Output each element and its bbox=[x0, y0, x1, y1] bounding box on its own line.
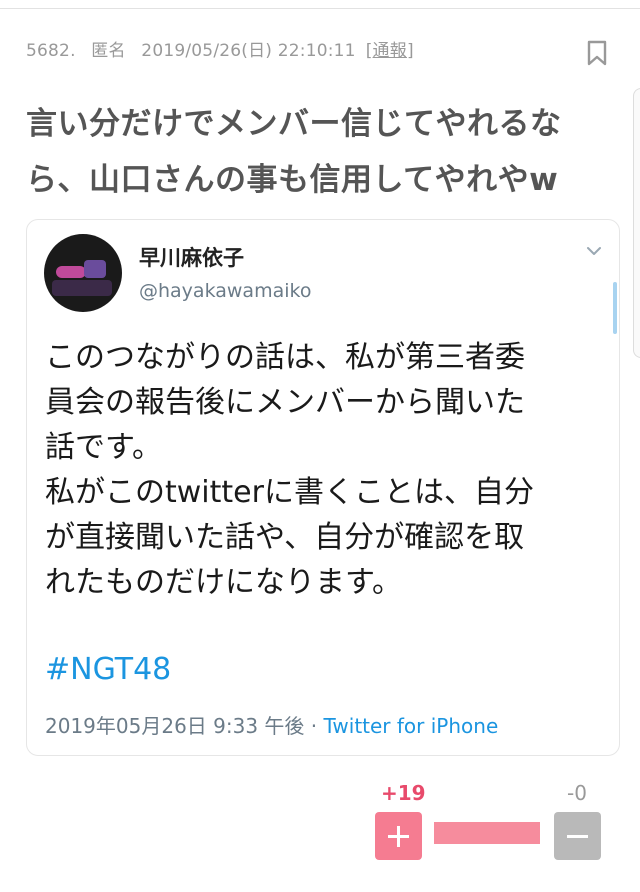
tweet-timestamp[interactable]: 2019年05月26日 9:33 午後 · bbox=[45, 714, 324, 738]
report-bracket-open: [ bbox=[365, 41, 373, 61]
tweet-text-line: が直接聞いた話や、自分が確認を取 bbox=[45, 520, 525, 555]
tweet-text-line: れたものだけになります。 bbox=[45, 565, 402, 600]
tweet-text-line: このつながりの話は、私が第三者委 bbox=[45, 340, 525, 375]
report-link[interactable]: 通報 bbox=[373, 41, 407, 61]
post-datetime: 2019/05/26(日) 22:10:11 bbox=[141, 41, 356, 61]
post-title-line: 言い分だけでメンバー信じてやれるな bbox=[26, 106, 562, 142]
report-bracket-close: ] bbox=[406, 41, 414, 61]
avatar[interactable] bbox=[44, 234, 122, 312]
tweet-text-line: 話です。 bbox=[45, 430, 162, 465]
tweet-author-handle[interactable]: @hayakawamaiko bbox=[139, 280, 311, 302]
scroll-indicator bbox=[613, 282, 617, 334]
tweet-text: このつながりの話は、私が第三者委 員会の報告後にメンバーから聞いた 話です。 私… bbox=[45, 335, 605, 605]
tweet-author-name[interactable]: 早川麻依子 bbox=[139, 242, 244, 272]
tweet-hashtag[interactable]: #NGT48 bbox=[45, 652, 171, 687]
chevron-down-icon[interactable] bbox=[585, 244, 603, 258]
tweet-text-line: 員会の報告後にメンバーから聞いた bbox=[45, 385, 525, 420]
side-drawer-tab[interactable] bbox=[633, 88, 640, 358]
post-meta: 5682. 匿名 2019/05/26(日) 22:10:11 [通報] bbox=[26, 36, 414, 61]
vote-ratio-bar bbox=[434, 822, 540, 844]
embedded-tweet[interactable]: 早川麻依子 @hayakawamaiko このつながりの話は、私が第三者委 員会… bbox=[26, 219, 620, 756]
plus-vote-button[interactable] bbox=[375, 812, 422, 860]
minus-vote-button[interactable] bbox=[554, 812, 601, 860]
post-title: 言い分だけでメンバー信じてやれるな ら、山口さんの事も信用してやれやw bbox=[26, 96, 586, 208]
bookmark-icon[interactable] bbox=[585, 40, 609, 66]
post-number: 5682. bbox=[26, 41, 76, 61]
plus-vote-count: +19 bbox=[381, 781, 426, 805]
top-divider bbox=[0, 8, 640, 9]
tweet-text-line: 私がこのtwitterに書くことは、自分 bbox=[45, 475, 534, 510]
post-title-line: ら、山口さんの事も信用してやれやw bbox=[26, 162, 559, 198]
minus-vote-count: -0 bbox=[567, 781, 587, 805]
tweet-footer: 2019年05月26日 9:33 午後 · Twitter for iPhone bbox=[45, 710, 498, 739]
tweet-source-link[interactable]: Twitter for iPhone bbox=[324, 714, 499, 738]
post-author: 匿名 bbox=[91, 41, 126, 61]
